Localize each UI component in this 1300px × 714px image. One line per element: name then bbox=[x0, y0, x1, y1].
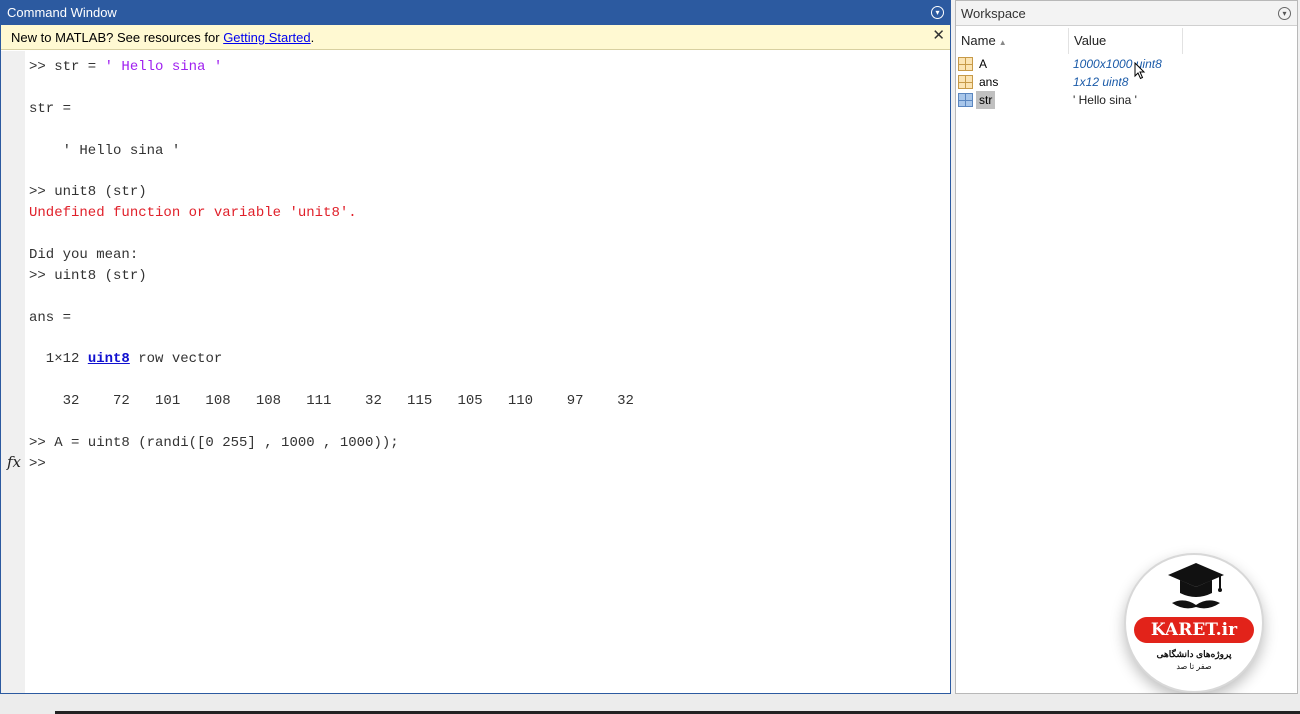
graduation-cap-icon bbox=[1168, 563, 1224, 609]
column-header-value[interactable]: Value bbox=[1069, 28, 1183, 54]
console-line: >> A = uint8 (randi([0 255] , 1000 , 100… bbox=[29, 435, 399, 452]
console-line: >> str = ' Hello sina ' bbox=[29, 57, 950, 78]
variable-value: ' Hello sina ' bbox=[1073, 93, 1137, 107]
console-line: >> unit8 (str) bbox=[29, 184, 147, 201]
workspace-titlebar: Workspace ▾ bbox=[956, 1, 1297, 26]
console-line: ans = bbox=[29, 309, 72, 326]
uint8-doc-link[interactable]: uint8 bbox=[88, 351, 130, 367]
size-text: 1×12 bbox=[29, 351, 88, 368]
matrix-icon bbox=[958, 75, 973, 89]
close-icon[interactable]: ✕ bbox=[932, 25, 945, 47]
vector-text: row vector bbox=[129, 351, 223, 368]
variable-value: 1x12 uint8 bbox=[1073, 75, 1129, 89]
workspace-menu-icon[interactable]: ▾ bbox=[1278, 7, 1291, 20]
console-line: ' Hello sina ' bbox=[29, 142, 181, 159]
workspace-variable-row[interactable]: ans 1x12 uint8 bbox=[956, 73, 1297, 91]
fx-icon[interactable]: fx bbox=[7, 453, 21, 471]
char-icon bbox=[958, 93, 973, 107]
getting-started-banner: New to MATLAB? See resources for Getting… bbox=[1, 25, 950, 50]
column-header-name[interactable]: Name ▲ bbox=[956, 28, 1069, 54]
string-literal: ' Hello sina ' bbox=[104, 59, 223, 75]
error-message: Undefined function or variable 'unit8'. bbox=[29, 205, 357, 222]
banner-text: New to MATLAB? See resources for bbox=[11, 30, 224, 45]
console-line: Did you mean: bbox=[29, 247, 139, 264]
command-window-menu-icon[interactable]: ▾ bbox=[931, 6, 944, 19]
suggested-command[interactable]: >> uint8 (str) bbox=[29, 266, 950, 287]
column-header-name-label: Name bbox=[961, 33, 996, 48]
sort-ascending-icon: ▲ bbox=[998, 38, 1007, 47]
workspace-variable-row[interactable]: A 1000x1000 uint8 bbox=[956, 55, 1297, 73]
workspace-title: Workspace bbox=[961, 6, 1026, 21]
workspace-table-header: Name ▲ Value bbox=[956, 28, 1297, 54]
variable-name: str bbox=[976, 91, 996, 109]
command-window-title: Command Window bbox=[7, 5, 117, 20]
mouse-cursor-icon bbox=[1134, 62, 1146, 80]
getting-started-link[interactable]: Getting Started bbox=[223, 30, 310, 45]
command-window: Command Window ▾ New to MATLAB? See reso… bbox=[0, 0, 951, 694]
banner-suffix: . bbox=[310, 30, 315, 45]
console-line: str = bbox=[29, 100, 72, 117]
console-gutter bbox=[1, 51, 25, 693]
console-line: 1×12 uint8 row vector bbox=[29, 349, 950, 370]
variable-name: ans bbox=[979, 75, 999, 89]
matrix-icon bbox=[958, 57, 973, 71]
variable-value: 1000x1000 uint8 bbox=[1073, 57, 1162, 71]
logo-tagline: پروژه‌های دانشگاهی bbox=[1156, 649, 1232, 659]
console-output[interactable]: >> str = ' Hello sina ' str = ' Hello si… bbox=[29, 57, 950, 693]
karet-logo: KARET.ir پروژه‌های دانشگاهی صفر تا صد bbox=[1124, 553, 1264, 693]
logo-tagline-secondary: صفر تا صد bbox=[1176, 662, 1212, 671]
console-prompt-text: >> str = bbox=[29, 59, 105, 75]
column-header-value-label: Value bbox=[1074, 33, 1107, 48]
vector-values: 32 72 101 108 108 111 32 115 105 110 97 … bbox=[29, 393, 634, 410]
command-window-titlebar: Command Window ▾ bbox=[1, 1, 950, 25]
command-prompt[interactable]: >> bbox=[29, 454, 950, 475]
workspace-variable-row[interactable]: str ' Hello sina ' bbox=[956, 91, 1297, 109]
variable-name: A bbox=[979, 57, 988, 71]
logo-brand: KARET.ir bbox=[1134, 617, 1254, 643]
